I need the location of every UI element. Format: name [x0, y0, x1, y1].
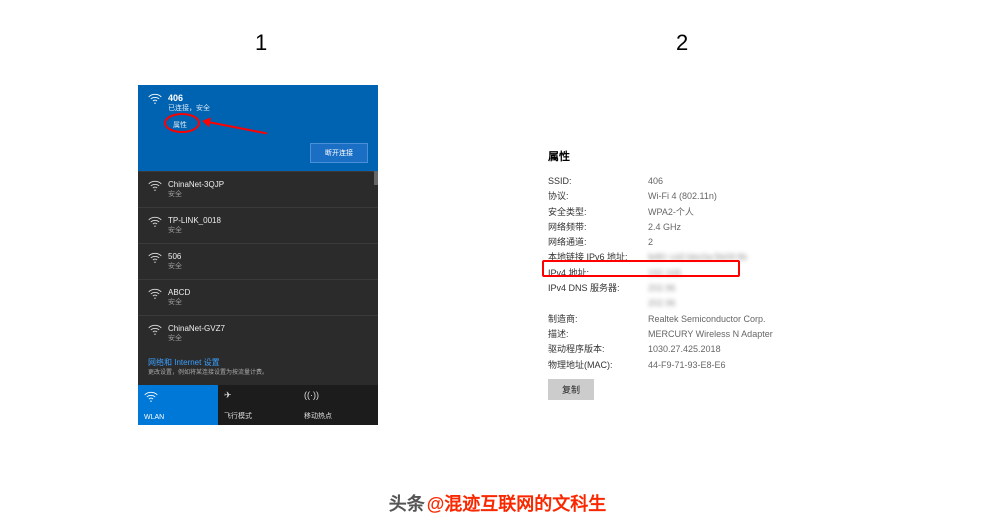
network-name: TP-LINK_0018 — [168, 216, 221, 225]
wifi-icon — [148, 216, 162, 228]
property-row: 描述:MERCURY Wireless N Adapter — [548, 327, 938, 342]
network-item[interactable]: TP-LINK_0018安全 — [138, 207, 378, 243]
property-row: 物理地址(MAC):44-F9-71-93-E8-E6 — [548, 358, 938, 373]
wifi-icon — [148, 324, 162, 336]
wifi-icon — [148, 180, 162, 192]
property-value: MERCURY Wireless N Adapter — [648, 327, 938, 342]
annotation-arrow — [208, 121, 267, 134]
network-settings-sub: 更改设置，例如将某连接设置为按流量计费。 — [138, 370, 378, 385]
tile-label: 飞行模式 — [224, 411, 292, 421]
watermark-handle: @混迹互联网的文科生 — [427, 490, 607, 516]
property-row: 协议:Wi-Fi 4 (802.11n) — [548, 189, 938, 204]
network-name: ChinaNet-GVZ7 — [168, 324, 225, 333]
network-security: 安全 — [168, 225, 221, 235]
wifi-icon — [144, 391, 158, 403]
tile-hotspot[interactable]: ((·)) 移动热点 — [298, 385, 378, 425]
network-name: ChinaNet-3QJP — [168, 180, 224, 189]
airplane-icon: ✈ — [224, 391, 292, 400]
property-key: 驱动程序版本: — [548, 342, 648, 357]
property-value: 192.168. — [648, 266, 938, 281]
property-value: 406 — [648, 174, 938, 189]
wifi-icon — [148, 288, 162, 300]
property-value: 44-F9-71-93-E8-E6 — [648, 358, 938, 373]
network-security: 安全 — [168, 297, 190, 307]
annotation-number-2: 2 — [676, 30, 688, 56]
property-row: SSID:406 — [548, 174, 938, 189]
disconnect-button[interactable]: 断开连接 — [310, 143, 368, 163]
property-row: IPv4 DNS 服务器:202.96202.96 — [548, 281, 938, 312]
property-row: 安全类型:WPA2-个人 — [548, 205, 938, 220]
watermark-label: 头条 — [389, 490, 425, 516]
property-key: 本地链接 IPv6 地址: — [548, 250, 648, 265]
properties-title: 属性 — [548, 148, 938, 164]
wifi-icon — [148, 93, 162, 105]
property-row: IPv4 地址:192.168. — [548, 266, 938, 281]
quick-action-bar: WLAN ✈ 飞行模式 ((·)) 移动热点 — [138, 385, 378, 425]
property-row: 制造商:Realtek Semiconductor Corp. — [548, 312, 938, 327]
watermark: 头条 @混迹互联网的文科生 — [0, 480, 995, 526]
property-value: Realtek Semiconductor Corp. — [648, 312, 938, 327]
copy-button[interactable]: 复制 — [548, 379, 594, 400]
property-value: 1030.27.425.2018 — [648, 342, 938, 357]
network-security: 安全 — [168, 333, 225, 343]
property-key: SSID: — [548, 174, 648, 189]
connected-network[interactable]: 406 已连接，安全 属性 断开连接 — [138, 85, 378, 171]
property-key: IPv4 地址: — [548, 266, 648, 281]
network-item[interactable]: ChinaNet-GVZ7安全 — [138, 315, 378, 351]
network-settings-link[interactable]: 网络和 Internet 设置 — [138, 351, 378, 370]
tile-label: WLAN — [144, 414, 212, 421]
network-security: 安全 — [168, 261, 182, 271]
hotspot-icon: ((·)) — [304, 391, 372, 400]
network-name: ABCD — [168, 288, 190, 297]
property-row: 网络通道:2 — [548, 235, 938, 250]
network-item[interactable]: 506安全 — [138, 243, 378, 279]
annotation-number-1: 1 — [255, 30, 267, 56]
property-value: WPA2-个人 — [648, 205, 938, 220]
property-key: 描述: — [548, 327, 648, 342]
property-key: 制造商: — [548, 312, 648, 327]
property-value: 2.4 GHz — [648, 220, 938, 235]
tile-wifi[interactable]: WLAN — [138, 385, 218, 425]
property-row: 本地链接 IPv6 地址:fe80::cd2:bbc0a:5b09:9b — [548, 250, 938, 265]
network-item[interactable]: ChinaNet-3QJP安全 — [138, 171, 378, 207]
tile-airplane[interactable]: ✈ 飞行模式 — [218, 385, 298, 425]
property-key: 物理地址(MAC): — [548, 358, 648, 373]
property-row: 驱动程序版本:1030.27.425.2018 — [548, 342, 938, 357]
property-key: 协议: — [548, 189, 648, 204]
property-value: 202.96202.96 — [648, 281, 938, 312]
property-key: 网络通道: — [548, 235, 648, 250]
properties-link[interactable]: 属性 — [170, 119, 190, 131]
tile-label: 移动热点 — [304, 411, 372, 421]
property-value: 2 — [648, 235, 938, 250]
wifi-icon — [148, 252, 162, 264]
network-flyout: 406 已连接，安全 属性 断开连接 ChinaNet-3QJP安全TP-LIN… — [138, 85, 378, 425]
property-key: 网络频带: — [548, 220, 648, 235]
property-key: IPv4 DNS 服务器: — [548, 281, 648, 312]
network-item[interactable]: ABCD安全 — [138, 279, 378, 315]
property-value: fe80::cd2:bbc0a:5b09:9b — [648, 250, 938, 265]
properties-panel: 属性 SSID:406协议:Wi-Fi 4 (802.11n)安全类型:WPA2… — [548, 148, 938, 400]
network-security: 安全 — [168, 189, 224, 199]
property-value: Wi-Fi 4 (802.11n) — [648, 189, 938, 204]
connected-status: 已连接，安全 — [168, 103, 210, 113]
properties-link-label: 属性 — [173, 122, 187, 129]
property-row: 网络频带:2.4 GHz — [548, 220, 938, 235]
connected-ssid: 406 — [168, 93, 210, 103]
network-name: 506 — [168, 252, 182, 261]
property-key: 安全类型: — [548, 205, 648, 220]
